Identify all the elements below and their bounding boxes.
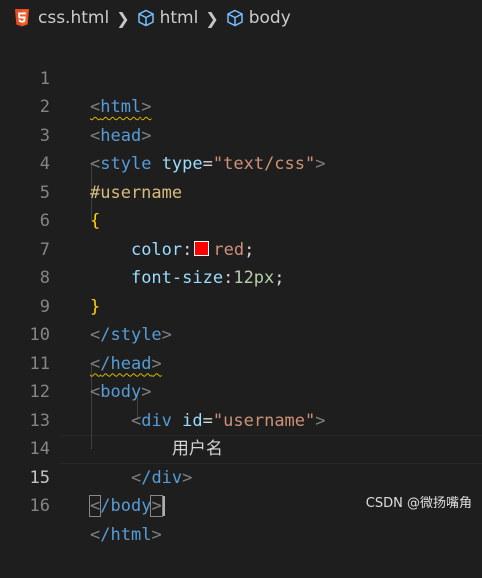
code-line[interactable]: 1 <html> bbox=[0, 36, 482, 118]
code-line[interactable]: 16 </html> bbox=[0, 464, 482, 545]
code-editor[interactable]: 1 <html> 2 <head> 3 <style type="text/cs… bbox=[0, 36, 482, 545]
code-line[interactable]: 2 <head> bbox=[0, 65, 482, 146]
chevron-right-icon: ❯ bbox=[116, 8, 130, 28]
code-line[interactable]: 3 <style type="text/css"> bbox=[0, 93, 482, 175]
code-line[interactable]: 6 color: red; bbox=[0, 179, 482, 260]
code-line[interactable]: 7 font-size:12px; bbox=[0, 207, 482, 289]
breadcrumb-item-html[interactable]: html bbox=[160, 8, 199, 28]
watermark: CSDN @微扬嘴角 bbox=[365, 496, 472, 511]
breadcrumb-item-body[interactable]: body bbox=[249, 8, 291, 28]
code-line[interactable]: 4 #username bbox=[0, 122, 482, 203]
code-line[interactable]: 14 </div> bbox=[0, 407, 482, 488]
code-line[interactable]: 10 </head> bbox=[0, 293, 482, 374]
tag-name: /body bbox=[100, 496, 152, 516]
chevron-right-icon: ❯ bbox=[205, 8, 219, 28]
code-line[interactable]: 13 用户名 bbox=[0, 378, 482, 460]
code-line[interactable]: 9 </style> bbox=[0, 264, 482, 346]
line-number: 16 bbox=[29, 496, 50, 516]
text-cursor bbox=[162, 496, 165, 516]
cube-icon bbox=[137, 9, 155, 27]
code-line[interactable]: 12 <div id="username"> bbox=[0, 350, 482, 431]
code-line-active[interactable]: 15 </body> bbox=[0, 435, 482, 517]
html5-icon bbox=[14, 9, 30, 27]
code-line[interactable]: 8 } bbox=[0, 236, 482, 317]
code-line[interactable]: 11 <body> bbox=[0, 321, 482, 403]
tag-name: /html bbox=[100, 524, 152, 545]
cube-icon bbox=[226, 9, 244, 27]
breadcrumb-file[interactable]: css.html bbox=[38, 8, 109, 28]
code-line[interactable]: 5 { bbox=[0, 150, 482, 232]
breadcrumb: css.html ❯ html ❯ body bbox=[0, 0, 482, 36]
